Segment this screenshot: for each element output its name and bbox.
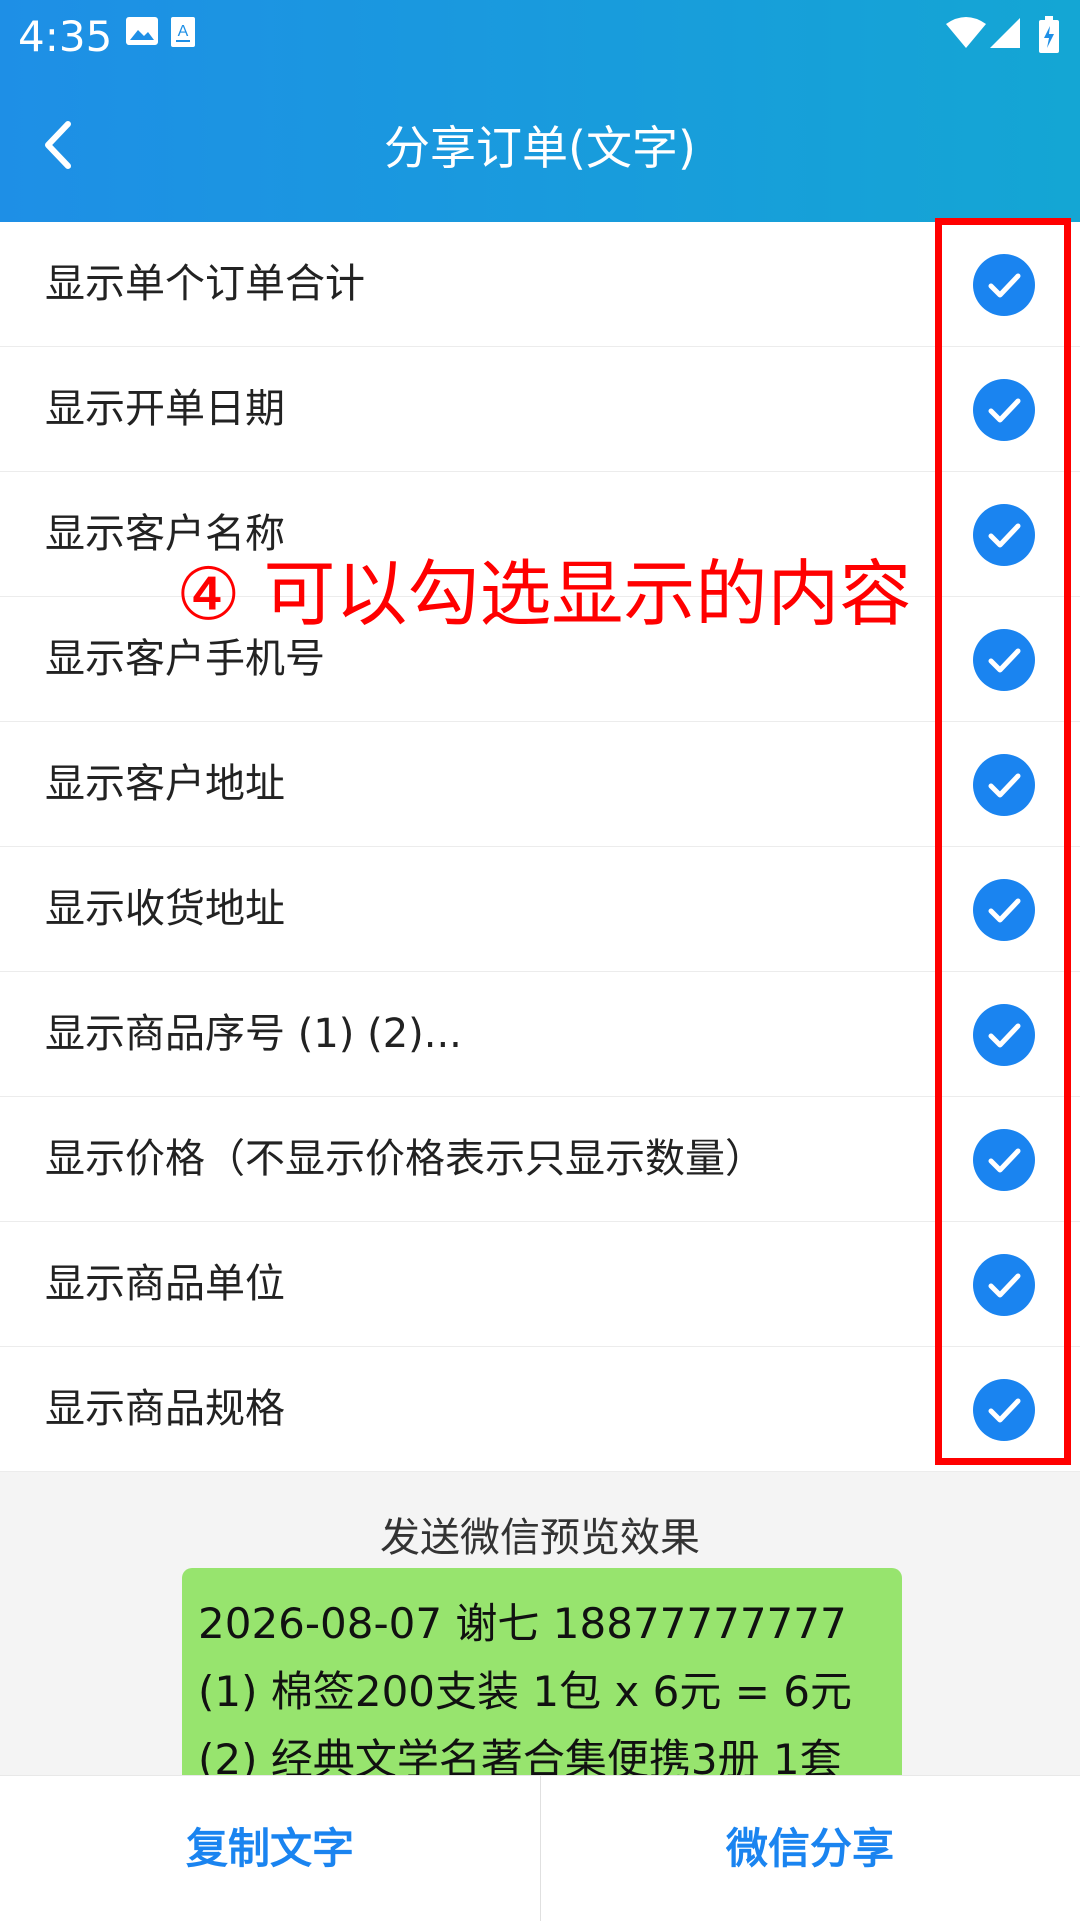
- option-label: 显示开单日期: [45, 386, 285, 432]
- option-label: 显示商品规格: [45, 1386, 285, 1432]
- status-bar: 4:35 A: [0, 0, 1080, 72]
- bottom-action-bar: 复制文字 微信分享: [0, 1775, 1080, 1921]
- option-row[interactable]: 显示单个订单合计: [0, 222, 1080, 347]
- wifi-icon: [945, 16, 987, 54]
- options-list: 显示单个订单合计 显示开单日期 显示客户名称 显示客户手机号 显示客户地址 显示…: [0, 222, 1080, 1472]
- option-row[interactable]: 显示商品单位: [0, 1222, 1080, 1347]
- option-label: 显示商品单位: [45, 1261, 285, 1307]
- battery-icon: [1038, 16, 1060, 58]
- option-row[interactable]: 显示开单日期: [0, 347, 1080, 472]
- preview-bubble: 2026-08-07 谢七 18877777777 (1) 棉签200支装 1包…: [182, 1568, 902, 1778]
- header-bar: 4:35 A 分享订单(文字): [0, 0, 1080, 222]
- svg-text:A: A: [178, 23, 189, 40]
- option-row[interactable]: 显示客户地址: [0, 722, 1080, 847]
- page-title: 分享订单(文字): [384, 121, 696, 175]
- preview-title: 发送微信预览效果: [380, 1515, 700, 1561]
- annotation-text: ④ 可以勾选显示的内容: [176, 552, 912, 636]
- copy-text-button[interactable]: 复制文字: [0, 1776, 540, 1921]
- option-label: 显示单个订单合计: [45, 261, 365, 307]
- preview-line: (1) 棉签200支装 1包 x 6元 = 6元: [198, 1667, 852, 1716]
- preview-line: (2) 经典文学名著合集便携3册 1套: [198, 1735, 842, 1778]
- status-time: 4:35: [18, 12, 113, 61]
- option-row[interactable]: 显示商品序号 (1) (2)...: [0, 972, 1080, 1097]
- image-icon: [125, 16, 159, 50]
- option-row[interactable]: 显示商品规格: [0, 1347, 1080, 1472]
- highlight-box: [935, 218, 1071, 1465]
- option-label: 显示价格（不显示价格表示只显示数量）: [45, 1136, 765, 1182]
- signal-icon: [988, 16, 1022, 54]
- a-download-icon: A: [170, 16, 196, 52]
- option-label: 显示收货地址: [45, 886, 285, 932]
- option-label: 显示商品序号 (1) (2)...: [45, 1011, 462, 1057]
- wechat-share-button[interactable]: 微信分享: [540, 1776, 1080, 1921]
- option-row[interactable]: 显示收货地址: [0, 847, 1080, 972]
- option-label: 显示客户地址: [45, 761, 285, 807]
- option-row[interactable]: 显示价格（不显示价格表示只显示数量）: [0, 1097, 1080, 1222]
- preview-line: 2026-08-07 谢七 18877777777: [198, 1599, 847, 1648]
